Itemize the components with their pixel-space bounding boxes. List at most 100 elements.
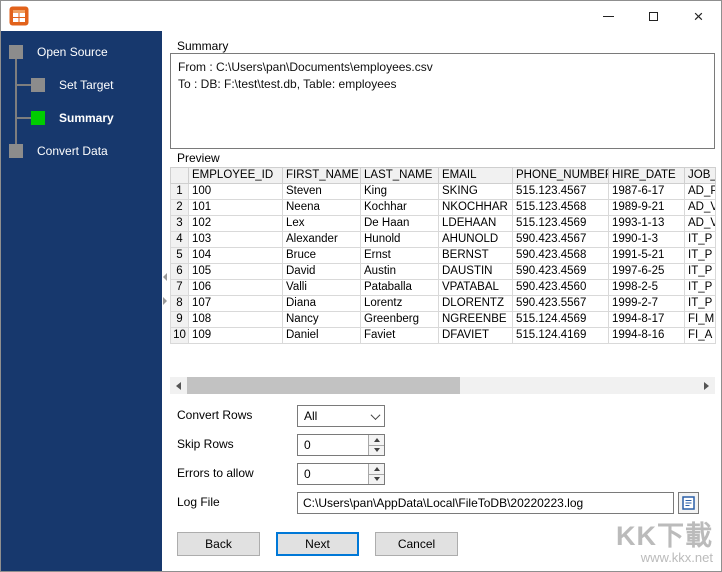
step-square-icon	[9, 144, 23, 158]
view-log-icon	[682, 496, 695, 510]
preview-section-label: Preview	[177, 151, 220, 165]
table-cell: Ernst	[360, 247, 439, 264]
step-connector-branch	[15, 84, 32, 86]
scroll-left-icon	[176, 381, 181, 390]
table-cell: NGREENBE	[438, 311, 513, 328]
table-cell: Greenberg	[360, 311, 439, 328]
sidebar-item-convert-data[interactable]: Convert Data	[9, 144, 108, 158]
maximize-icon	[649, 11, 658, 21]
column-header[interactable]: LAST_NAME	[360, 167, 439, 184]
convert-rows-select[interactable]: All	[297, 405, 385, 427]
scroll-left-button[interactable]	[170, 377, 187, 394]
row-number: 5	[170, 247, 189, 264]
spin-down-icon	[373, 448, 380, 453]
table-cell: 515.123.4567	[512, 183, 609, 200]
table-cell: 590.423.4569	[512, 263, 609, 280]
summary-to-line: To : DB: F:\test\test.db, Table: employe…	[178, 77, 397, 91]
back-button[interactable]: Back	[177, 532, 260, 556]
next-button[interactable]: Next	[276, 532, 359, 556]
spin-down-button[interactable]	[369, 474, 384, 484]
table-cell: Austin	[360, 263, 439, 280]
app-window: × Open Source Set Target Summary Convert…	[0, 0, 722, 572]
table-row[interactable]: 3 102 Lex De Haan LDEHAAN 515.123.4569 1993-1-…	[170, 215, 716, 232]
table-cell: Nancy	[282, 311, 361, 328]
column-header[interactable]: HIRE_DATE	[608, 167, 685, 184]
table-cell: FI_M	[684, 311, 716, 328]
table-cell: Lex	[282, 215, 361, 232]
table-cell: 1994-8-16	[608, 327, 685, 344]
cancel-button[interactable]: Cancel	[375, 532, 458, 556]
grid-header-row: EMPLOYEE_ID FIRST_NAME LAST_NAME EMAIL PHONE…	[170, 167, 716, 184]
table-row[interactable]: 4 103 Alexander Hunold AHUNOLD 590.423.4567 19…	[170, 231, 716, 248]
sidebar-item-summary[interactable]: Summary	[31, 111, 114, 125]
step-label: Summary	[59, 111, 114, 125]
maximize-button[interactable]	[631, 1, 676, 31]
table-row[interactable]: 6 105 David Austin DAUSTIN 590.423.4569 1997-6…	[170, 263, 716, 280]
skip-rows-stepper[interactable]: 0	[297, 434, 385, 456]
convert-rows-value: All	[304, 409, 318, 423]
title-bar[interactable]: ×	[1, 1, 721, 31]
summary-section-label: Summary	[177, 39, 229, 53]
table-cell: 590.423.4560	[512, 279, 609, 296]
table-cell: 1998-2-5	[608, 279, 685, 296]
row-number: 4	[170, 231, 189, 248]
table-cell: 1999-2-7	[608, 295, 685, 312]
close-button[interactable]: ×	[676, 1, 721, 31]
scroll-right-button[interactable]	[698, 377, 715, 394]
sidebar-item-set-target[interactable]: Set Target	[31, 78, 113, 92]
summary-from-line: From : C:\Users\pan\Documents\employees.…	[178, 60, 433, 74]
table-cell: 104	[188, 247, 283, 264]
spin-up-button[interactable]	[369, 464, 384, 475]
table-cell: 515.124.4569	[512, 311, 609, 328]
table-cell: Daniel	[282, 327, 361, 344]
table-row[interactable]: 1 100 Steven King SKING 515.123.4567 1987-6-17…	[170, 183, 716, 200]
table-cell: 102	[188, 215, 283, 232]
app-icon	[9, 6, 29, 26]
table-cell: VPATABAL	[438, 279, 513, 296]
sidebar-item-open-source[interactable]: Open Source	[9, 45, 108, 59]
stepper-buttons	[368, 464, 384, 484]
row-number: 6	[170, 263, 189, 280]
collapse-left-icon	[163, 273, 167, 281]
row-number: 10	[170, 327, 189, 344]
window-controls: ×	[586, 1, 721, 31]
view-log-button[interactable]	[678, 492, 699, 514]
table-cell: 1987-6-17	[608, 183, 685, 200]
table-cell: 1993-1-13	[608, 215, 685, 232]
table-row[interactable]: 10 109 Daniel Faviet DFAVIET 515.124.4169 1994…	[170, 327, 716, 344]
step-label: Set Target	[59, 78, 114, 92]
step-square-icon	[9, 45, 23, 59]
chevron-down-icon	[366, 406, 384, 426]
convert-rows-label: Convert Rows	[177, 408, 253, 422]
table-row[interactable]: 8 107 Diana Lorentz DLORENTZ 590.423.5567 1999…	[170, 295, 716, 312]
spin-up-button[interactable]	[369, 435, 384, 446]
table-row[interactable]: 7 106 Valli Pataballa VPATABAL 590.423.4560 19…	[170, 279, 716, 296]
summary-box: From : C:\Users\pan\Documents\employees.…	[170, 53, 715, 149]
table-cell: 1994-8-17	[608, 311, 685, 328]
table-row[interactable]: 9 108 Nancy Greenberg NGREENBE 515.124.4569 19…	[170, 311, 716, 328]
table-cell: NKOCHHAR	[438, 199, 513, 216]
table-cell: 105	[188, 263, 283, 280]
preview-grid: EMPLOYEE_ID FIRST_NAME LAST_NAME EMAIL PHONE…	[170, 167, 716, 344]
table-row[interactable]: 5 104 Bruce Ernst BERNST 590.423.4568 1991-5-2…	[170, 247, 716, 264]
step-connector-branch	[15, 117, 32, 119]
pane-splitter[interactable]	[162, 31, 170, 571]
errors-to-allow-stepper[interactable]: 0	[297, 463, 385, 485]
column-header[interactable]: EMPLOYEE_ID	[188, 167, 283, 184]
column-header[interactable]: JOB_ID	[684, 167, 716, 184]
horizontal-scrollbar[interactable]	[170, 377, 715, 394]
table-cell: Faviet	[360, 327, 439, 344]
minimize-button[interactable]	[586, 1, 631, 31]
spin-down-button[interactable]	[369, 445, 384, 455]
spin-up-icon	[373, 437, 380, 442]
column-header[interactable]: FIRST_NAME	[282, 167, 361, 184]
scrollbar-thumb[interactable]	[187, 377, 460, 394]
row-number: 3	[170, 215, 189, 232]
table-row[interactable]: 2 101 Neena Kochhar NKOCHHAR 515.123.4568 1989…	[170, 199, 716, 216]
table-cell: DAUSTIN	[438, 263, 513, 280]
log-file-input[interactable]	[297, 492, 674, 514]
watermark: KK下載 www.kkx.net	[616, 522, 713, 565]
table-cell: 515.123.4568	[512, 199, 609, 216]
column-header[interactable]: EMAIL	[438, 167, 513, 184]
column-header[interactable]: PHONE_NUMBER	[512, 167, 609, 184]
